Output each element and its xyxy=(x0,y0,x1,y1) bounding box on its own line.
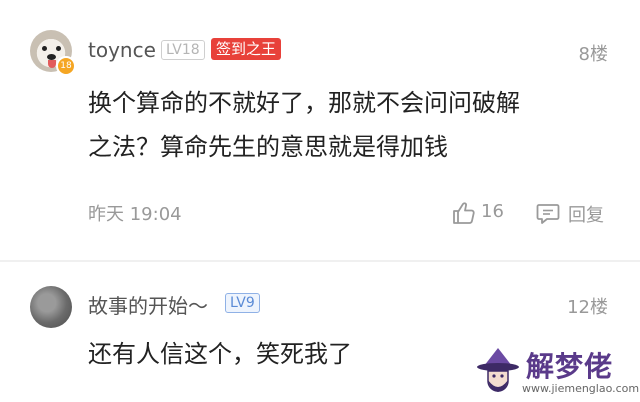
reply-button[interactable]: 回复 xyxy=(568,201,604,227)
level-badge: LV18 xyxy=(161,40,205,60)
timestamp: 昨天 19:04 xyxy=(88,204,182,225)
watermark-url: www.jiemenglao.com xyxy=(522,382,640,395)
floor-number: 8楼 xyxy=(578,44,608,65)
avatar-eye xyxy=(56,46,61,51)
level-badge: LV9 xyxy=(225,293,260,313)
title-badge: 签到之王 xyxy=(211,38,282,60)
comment-item: 18 toynce LV18 签到之王 8楼 换个算命的不就好了，那就不会问问破… xyxy=(0,0,640,262)
watermark-title: 解梦佬 xyxy=(526,350,614,383)
comment-line: 之法？算命先生的意思就是得加钱 xyxy=(88,133,448,161)
comment-line: 换个算命的不就好了，那就不会问问破解 xyxy=(88,89,520,117)
floor-number: 12楼 xyxy=(567,297,608,318)
like-count: 16 xyxy=(481,201,504,222)
avatar-eye xyxy=(42,46,47,51)
avatar-tongue xyxy=(48,60,56,68)
avatar[interactable] xyxy=(30,286,72,328)
comment-text: 换个算命的不就好了，那就不会问问破解 之法？算命先生的意思就是得加钱 xyxy=(88,81,608,169)
level-dot-badge: 18 xyxy=(56,56,76,76)
watermark: 解梦佬 www.jiemenglao.com xyxy=(466,340,640,402)
reply-icon[interactable] xyxy=(535,200,561,226)
wizard-hat-logo-icon xyxy=(477,348,519,392)
username[interactable]: 故事的开始～ xyxy=(88,290,208,319)
username[interactable]: toynce xyxy=(88,38,156,62)
thumbs-up-icon[interactable] xyxy=(451,200,477,226)
